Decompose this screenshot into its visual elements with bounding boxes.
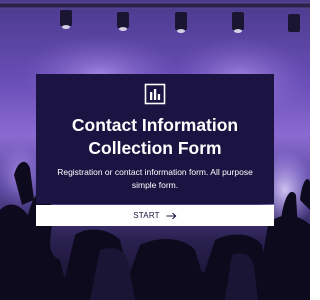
start-button-label: START [133,211,160,220]
form-header-card: Contact Information Collection Form Regi… [36,74,274,204]
form-description: Registration or contact information form… [57,167,253,190]
bar-chart-icon [144,83,166,105]
arrow-right-icon [166,212,177,219]
form-title: Contact Information Collection Form [71,115,239,158]
form-cover: Contact Information Collection Form Regi… [0,0,310,300]
start-button[interactable]: START [36,205,274,226]
